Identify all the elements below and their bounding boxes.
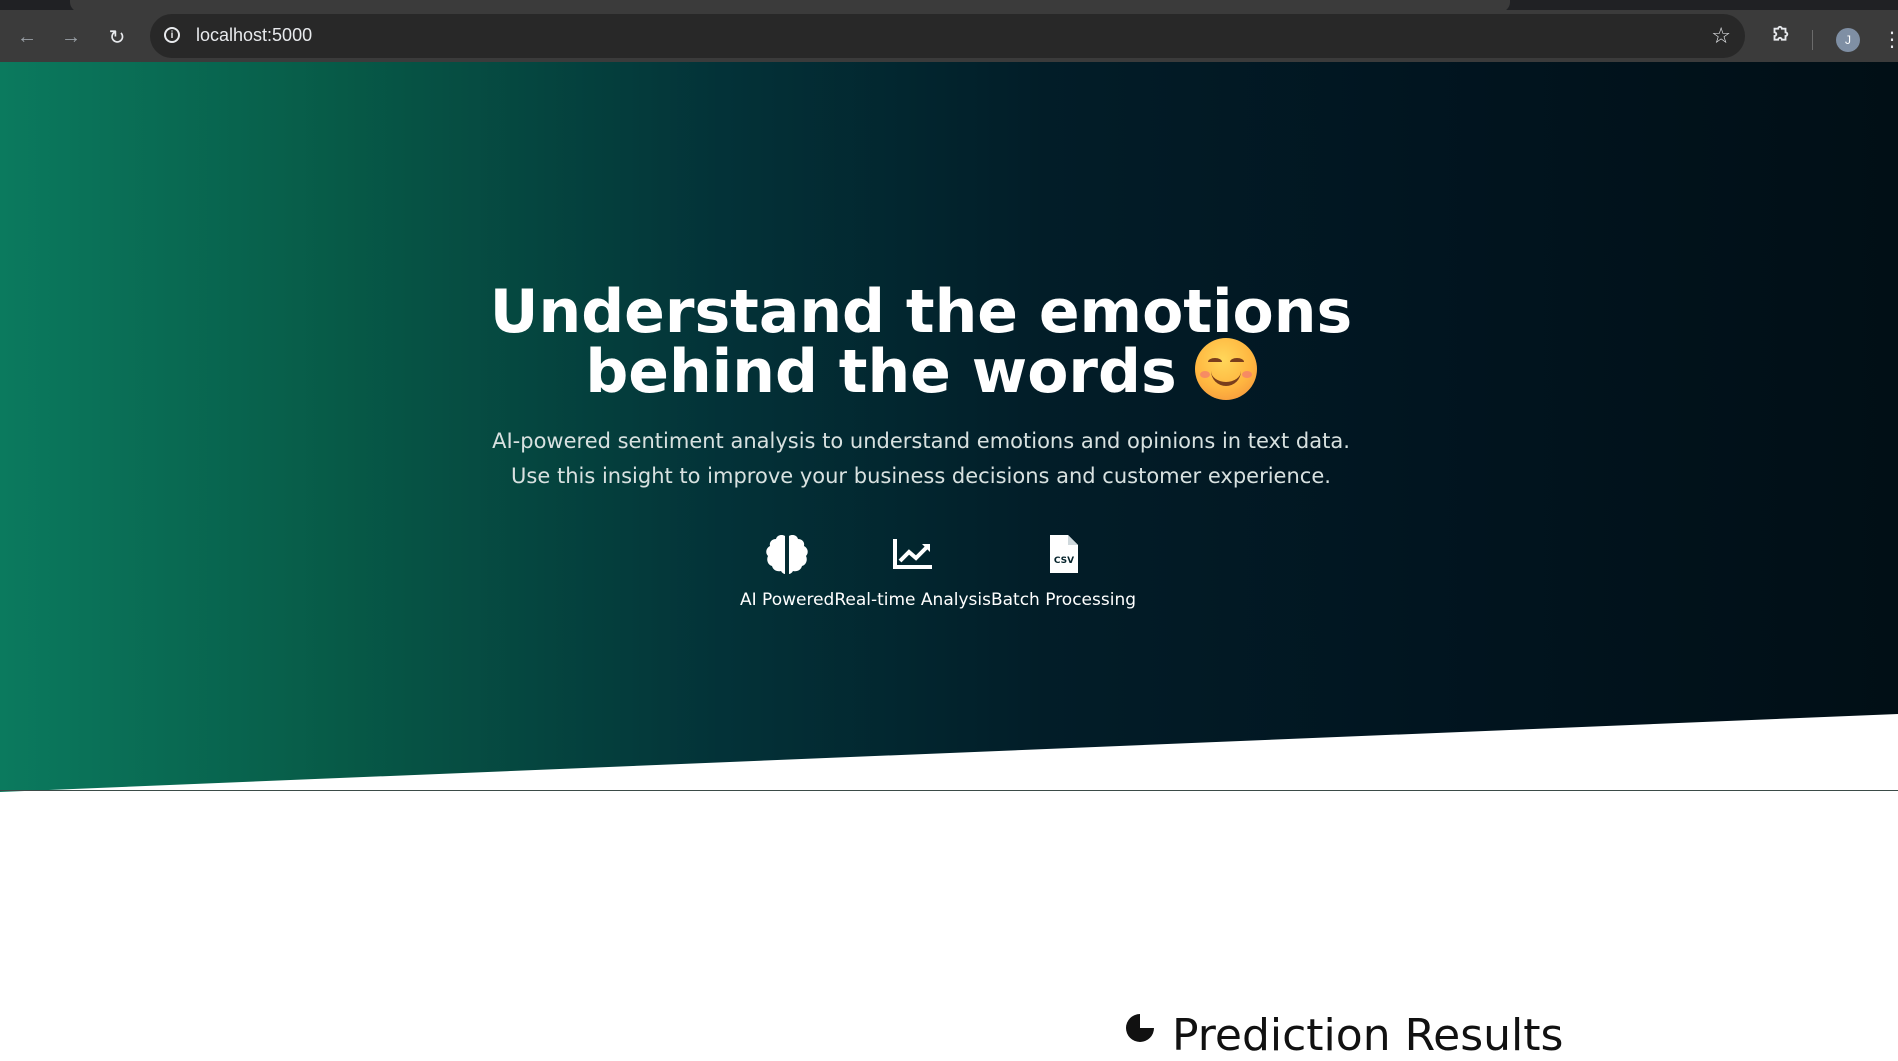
hero-title: Understand the emotions behind the words xyxy=(0,282,1842,406)
site-info-icon[interactable]: i xyxy=(164,27,180,43)
svg-text:CSV: CSV xyxy=(1053,556,1073,566)
toolbar-divider xyxy=(1812,30,1813,50)
extensions-icon[interactable] xyxy=(1768,24,1792,48)
feature-batch-processing: CSV Batch Processing xyxy=(991,532,1136,610)
csv-file-icon: CSV xyxy=(1048,532,1080,576)
smiling-face-emoji-icon xyxy=(1194,338,1257,401)
browser-menu-icon[interactable]: ⋮ xyxy=(1882,26,1898,54)
feature-list: AI Powered Real-time Analysis CSV Batch xyxy=(740,532,1136,622)
browser-chrome: ← → ↻ i localhost:5000 ☆ J ⋮ xyxy=(0,0,1898,62)
brain-icon xyxy=(764,532,810,576)
reload-icon[interactable]: ↻ xyxy=(102,22,132,52)
hero-subtitle: AI-powered sentiment analysis to underst… xyxy=(492,429,1350,488)
forward-icon[interactable]: → xyxy=(56,22,86,52)
hero-divider xyxy=(0,790,1898,791)
bookmark-star-icon[interactable]: ☆ xyxy=(1711,23,1731,49)
address-bar[interactable]: i localhost:5000 ☆ xyxy=(150,14,1745,58)
feature-real-time-analysis: Real-time Analysis xyxy=(834,532,991,610)
hero-title-line-1: Understand the emotions xyxy=(489,277,1353,347)
back-icon[interactable]: ← xyxy=(12,22,42,52)
results-heading: Prediction Results xyxy=(1172,1010,1564,1061)
url-text[interactable]: localhost:5000 xyxy=(196,25,312,46)
pie-chart-icon xyxy=(1126,1014,1154,1042)
hero-title-line-2-text: behind the words xyxy=(585,337,1177,407)
profile-avatar[interactable]: J xyxy=(1836,28,1860,52)
feature-ai-powered: AI Powered xyxy=(740,532,834,610)
chart-line-icon xyxy=(892,532,934,576)
feature-label: Batch Processing xyxy=(990,590,1137,610)
hero-title-line-2: behind the words xyxy=(0,338,1842,406)
hero-section: Understand the emotions behind the words… xyxy=(0,62,1898,792)
feature-label: AI Powered xyxy=(740,590,835,610)
feature-label: Real-time Analysis xyxy=(834,590,991,610)
puzzle-icon xyxy=(1773,25,1789,41)
browser-toolbar: ← → ↻ i localhost:5000 ☆ J ⋮ xyxy=(0,10,1898,62)
